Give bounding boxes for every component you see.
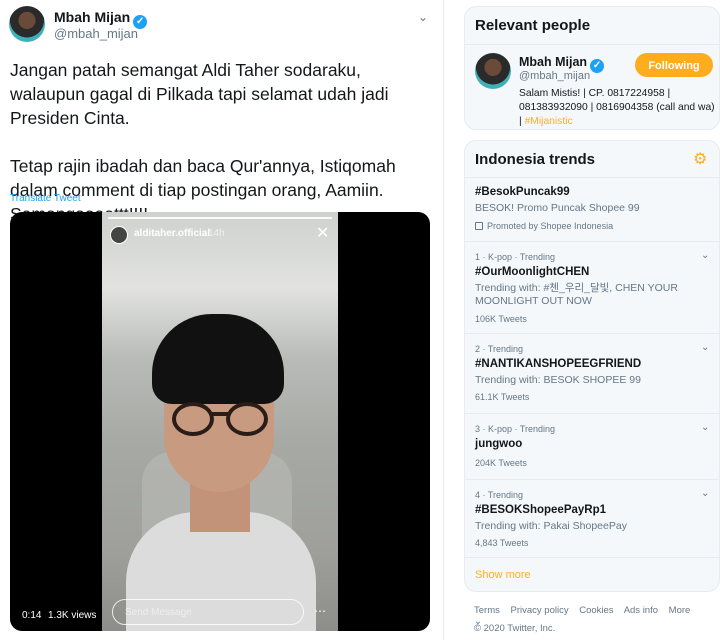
trend-meta: 3 · K-pop · Trending [475,424,556,434]
chevron-down-icon[interactable]: ⌄ [418,10,430,24]
trend-description: BESOK! Promo Puncak Shopee 99 [475,202,640,214]
trend-description: Trending with: BESOK SHOPEE 99 [475,374,641,386]
relevant-avatar[interactable] [475,53,511,89]
relevant-handle[interactable]: @mbah_mijan [519,70,590,82]
show-more-link[interactable]: Show more [475,569,531,581]
trend-name[interactable]: #OurMoonlightCHEN [475,266,589,278]
footer-ads-link[interactable]: Ads info [624,605,658,616]
glasses-bridge [212,412,228,416]
trend-description: Trending with: #첸_우리_달빛, CHEN YOUR MOONL… [475,282,678,307]
chevron-down-icon[interactable]: ⌄ [701,488,709,499]
chevron-down-icon[interactable]: ⌄ [701,250,709,261]
trend-meta: 1 · K-pop · Trending [475,252,556,262]
author-name[interactable]: Mbah Mijan [54,9,130,25]
trend-item[interactable]: 2 · Trending ⌄ #NANTIKANSHOPEEGFRIEND Tr… [465,333,719,413]
video-player[interactable]: alditaher.official 14h ✕ Send Message ⋯ … [10,212,430,631]
trend-count: 106K Tweets [475,314,527,324]
trend-promoted: Promoted by Shopee Indonesia [475,221,613,231]
relevant-name[interactable]: Mbah Mijan [519,55,587,69]
trend-count: 4,843 Tweets [475,538,529,548]
promoted-label: Promoted by Shopee Indonesia [487,221,614,231]
chevron-down-icon[interactable]: ⌄ [701,422,709,433]
footer-privacy-link[interactable]: Privacy policy [511,605,569,616]
tweet: Mbah Mijan ✓ @mbah_mijan ⌄ Jangan patah s… [0,0,444,640]
trend-name[interactable]: #NANTIKANSHOPEEGFRIEND [475,358,641,370]
trend-meta: 2 · Trending [475,344,524,354]
glasses-right [226,402,268,436]
trend-name[interactable]: jungwoo [475,438,522,450]
glasses-left [172,402,214,436]
more-icon: ⋯ [314,604,326,618]
trend-name[interactable]: #BESOKShopeePayRp1 [475,504,606,516]
trend-name[interactable]: #BesokPuncak99 [475,186,570,198]
chevron-down-icon[interactable]: ⌄ [701,342,709,353]
trend-description: Trending with: Pakai ShopeePay [475,520,627,532]
trends-title: Indonesia trends [475,151,596,168]
hair [152,314,284,404]
promoted-icon [475,222,483,230]
trend-item[interactable]: 3 · K-pop · Trending ⌄ jungwoo 204K Twee… [465,413,719,479]
relevant-people-title: Relevant people [475,17,591,34]
translate-tweet-link[interactable]: Translate Tweet [10,193,81,204]
trend-item[interactable]: #BesokPuncak99 BESOK! Promo Puncak Shope… [465,177,719,241]
trend-item[interactable]: 1 · K-pop · Trending ⌄ #OurMoonlightCHEN… [465,241,719,333]
footer-cookies-link[interactable]: Cookies [579,605,613,616]
relevant-bio: Salam Mistis! | CP. 0817224958 | 0813839… [519,87,715,129]
relevant-people-card: Relevant people Mbah Mijan ✓ @mbah_mijan … [464,6,720,130]
story-progress-bar [108,217,332,219]
footer-more-label[interactable]: More [669,605,691,616]
author-handle[interactable]: @mbah_mijan [54,26,138,41]
copyright: © 2020 Twitter, Inc. [474,623,556,634]
story-time: 14h [208,228,225,239]
following-button[interactable]: Following [635,53,713,77]
video-time: 0:14 [22,610,42,621]
video-views: 1.3K views [48,610,97,621]
close-icon: ✕ [316,225,330,242]
trend-meta: 4 · Trending [475,490,524,500]
verified-icon: ✓ [590,59,605,73]
divider [465,44,719,45]
footer-terms-link[interactable]: Terms [474,605,500,616]
bio-hashtag-link[interactable]: #Mijanistic [525,116,573,127]
story-username: alditaher.official [134,228,211,239]
story-avatar [110,226,128,244]
gear-icon[interactable]: ⚙ [693,149,707,169]
story-frame: alditaher.official 14h ✕ Send Message ⋯ [102,212,338,631]
trends-card: Indonesia trends ⚙ #BesokPuncak99 BESOK!… [464,140,720,592]
author-avatar[interactable] [9,6,45,42]
trend-item[interactable]: 4 · Trending ⌄ #BESOKShopeePayRp1 Trendi… [465,479,719,557]
divider [465,557,719,558]
send-message-field: Send Message [112,599,304,625]
trend-count: 61.1K Tweets [475,392,530,402]
trend-count: 204K Tweets [475,458,527,468]
